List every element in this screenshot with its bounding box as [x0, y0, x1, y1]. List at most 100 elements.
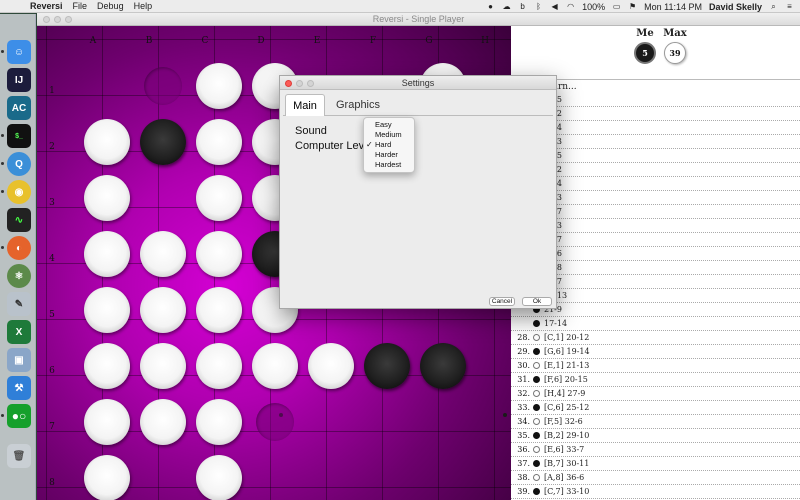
volume-icon[interactable]: ◀ [550, 2, 559, 11]
white-disc[interactable] [196, 455, 242, 500]
move-text: [C,6] 25-12 [544, 403, 590, 412]
move-log-row[interactable]: 37. [B,7] 30-11 [511, 457, 800, 471]
level-option-medium[interactable]: Medium [364, 130, 414, 140]
preview-icon[interactable]: ▣ [7, 348, 31, 372]
black-disc-icon [533, 460, 540, 467]
terminal-icon[interactable]: $_ [7, 124, 31, 148]
notification-center-icon[interactable]: ≡ [785, 2, 794, 11]
ok-button[interactable]: Ok [522, 297, 552, 306]
white-disc[interactable] [196, 399, 242, 445]
white-disc[interactable] [140, 231, 186, 277]
firefox-icon[interactable]: ◐ [7, 236, 31, 260]
black-disc-icon [533, 348, 540, 355]
white-disc[interactable] [252, 343, 298, 389]
running-indicator [1, 134, 4, 137]
move-log-row[interactable]: 38. [A,8] 36-6 [511, 471, 800, 485]
move-log-row[interactable]: 17-14 [511, 317, 800, 331]
move-number: 36. [517, 445, 530, 454]
black-disc[interactable] [420, 343, 466, 389]
move-log-row[interactable]: 33. [C,6] 25-12 [511, 401, 800, 415]
valid-move-hint[interactable] [256, 403, 294, 441]
move-log-row[interactable]: 28. [C,1] 20-12 [511, 331, 800, 345]
move-log-row[interactable]: 34. [F,5] 32-6 [511, 415, 800, 429]
valid-move-hint[interactable] [144, 67, 182, 105]
menu-file[interactable]: File [73, 1, 88, 11]
wifi-icon[interactable]: ◠ [566, 2, 575, 11]
column-header-d: D [257, 36, 265, 46]
white-disc[interactable] [84, 119, 130, 165]
computer-level-label: Computer Leve [295, 140, 371, 152]
trash-icon[interactable]: 🗑 [7, 444, 31, 468]
white-disc[interactable] [196, 175, 242, 221]
appcode-icon[interactable]: AC [7, 96, 31, 120]
move-log-row[interactable]: 32. [H,4] 27-9 [511, 387, 800, 401]
white-disc[interactable] [84, 455, 130, 500]
white-disc[interactable] [84, 343, 130, 389]
white-disc[interactable] [140, 399, 186, 445]
script-editor-icon[interactable]: ✎ [7, 292, 31, 316]
board-star-point [503, 413, 507, 417]
black-disc[interactable] [140, 119, 186, 165]
atom-icon[interactable]: ⚛ [7, 264, 31, 288]
level-option-easy[interactable]: Easy [364, 120, 414, 130]
level-option-hard[interactable]: ✓ Hard [364, 140, 414, 150]
spotlight-icon[interactable]: ⌕ [769, 2, 778, 11]
bluetooth-icon[interactable]: ᛒ [534, 2, 543, 11]
activity-monitor-icon[interactable]: ∿ [7, 208, 31, 232]
white-disc[interactable] [196, 63, 242, 109]
menu-help[interactable]: Help [134, 1, 153, 11]
row-header-7: 7 [49, 422, 55, 432]
menu-app-name[interactable]: Reversi [30, 1, 63, 11]
player-opponent-label: Max [663, 28, 687, 39]
white-disc[interactable] [84, 399, 130, 445]
white-disc-icon [533, 446, 540, 453]
move-log-row[interactable]: 35. [B,2] 29-10 [511, 429, 800, 443]
white-disc[interactable] [196, 231, 242, 277]
white-disc[interactable] [196, 343, 242, 389]
black-disc-icon [533, 404, 540, 411]
move-text: [A,8] 36-6 [544, 473, 585, 482]
menu-clock[interactable]: Mon 11:14 PM [644, 2, 702, 12]
flag-icon[interactable]: ⚑ [628, 2, 637, 11]
menu-debug[interactable]: Debug [97, 1, 124, 11]
computer-level-dropdown[interactable]: Easy Medium ✓ Hard Harder Hardest [363, 117, 415, 173]
white-disc[interactable] [196, 119, 242, 165]
white-disc[interactable] [84, 175, 130, 221]
cancel-button[interactable]: Cancel [489, 297, 515, 306]
white-disc[interactable] [196, 287, 242, 333]
intellij-icon[interactable]: IJ [7, 68, 31, 92]
reversi-icon[interactable]: ●○ [7, 404, 31, 428]
level-option-hardest[interactable]: Hardest [364, 160, 414, 170]
tab-main[interactable]: Main [285, 94, 325, 116]
white-disc[interactable] [84, 287, 130, 333]
move-log-row[interactable]: 31. [F,6] 20-15 [511, 373, 800, 387]
excel-icon[interactable]: X [7, 320, 31, 344]
white-disc[interactable] [140, 287, 186, 333]
battery-percent[interactable]: 100% [582, 2, 605, 12]
white-disc[interactable] [308, 343, 354, 389]
level-option-harder[interactable]: Harder [364, 150, 414, 160]
cloud-icon[interactable]: ☁ [502, 2, 511, 11]
chrome-icon[interactable]: ◉ [7, 180, 31, 204]
dialog-title: Settings [401, 78, 435, 88]
xcode-icon[interactable]: ⚒ [7, 376, 31, 400]
move-number: 38. [517, 473, 530, 482]
status-circle-icon[interactable]: ● [486, 2, 495, 11]
move-log-row[interactable]: 36. [E,6] 33-7 [511, 443, 800, 457]
white-disc[interactable] [140, 343, 186, 389]
black-disc[interactable] [364, 343, 410, 389]
quicktime-icon[interactable]: Q [7, 152, 31, 176]
move-log-row[interactable]: 30. [E,1] 21-13 [511, 359, 800, 373]
menu-user[interactable]: David Skelly [709, 2, 762, 12]
tab-graphics[interactable]: Graphics [329, 94, 387, 116]
move-number: 39. [517, 487, 530, 496]
finder-icon[interactable]: ☺ [7, 40, 31, 64]
move-log-row[interactable]: 39. [C,7] 33-10 [511, 485, 800, 499]
b-app-icon[interactable]: b [518, 2, 527, 11]
move-number: 33. [517, 403, 530, 412]
move-number: 31. [517, 375, 530, 384]
battery-icon[interactable]: ▭ [612, 2, 621, 11]
move-number: 32. [517, 389, 530, 398]
move-log-row[interactable]: 29. [G,6] 19-14 [511, 345, 800, 359]
white-disc[interactable] [84, 231, 130, 277]
